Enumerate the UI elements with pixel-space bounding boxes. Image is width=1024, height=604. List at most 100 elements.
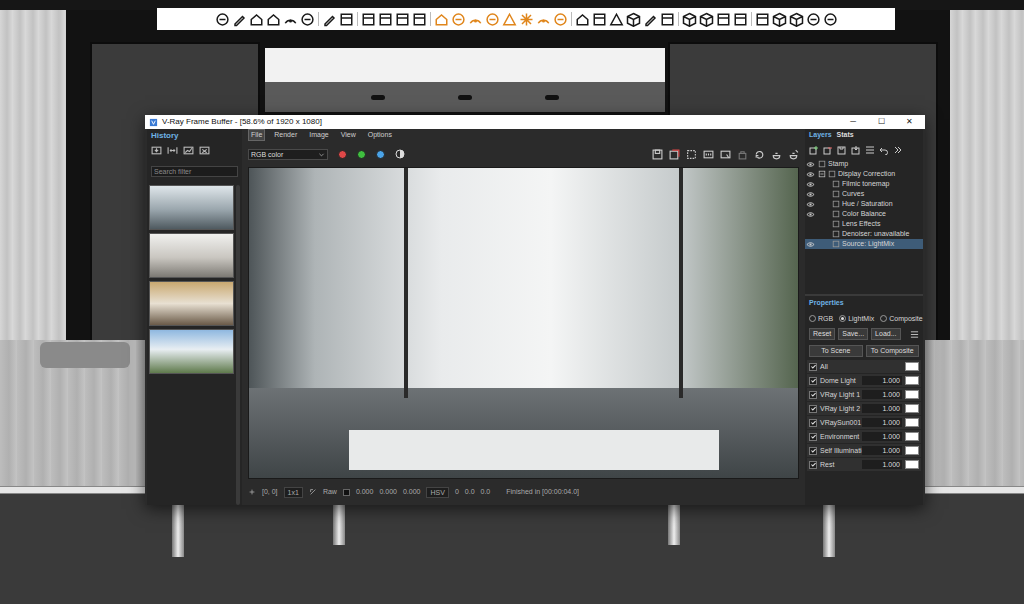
light-color-swatch[interactable]: [905, 432, 919, 441]
arc-tool-icon[interactable]: [283, 12, 298, 27]
light-checkbox[interactable]: [809, 377, 817, 385]
layer-row[interactable]: Lens Effects: [805, 219, 923, 229]
channel-toggle[interactable]: [357, 150, 366, 159]
layer-row[interactable]: Stamp: [805, 159, 923, 169]
title-bar[interactable]: V-Ray Frame Buffer - [58.6% of 1920 x 10…: [145, 115, 925, 129]
layer-row[interactable]: Denoiser: unavailable: [805, 229, 923, 239]
follow-mouse-icon[interactable]: [720, 149, 731, 160]
save-icon[interactable]: [652, 149, 663, 160]
visibility-toggle[interactable]: [805, 230, 816, 239]
history-thumbnail[interactable]: [149, 281, 234, 326]
mode-radio[interactable]: LightMix: [839, 314, 874, 323]
eye-icon[interactable]: [805, 210, 816, 219]
zoom-dropdown[interactable]: 1x1: [284, 487, 303, 498]
radio-button[interactable]: [839, 315, 846, 322]
sq-tool-icon[interactable]: [361, 12, 376, 27]
light-intensity-field[interactable]: 1.000: [862, 390, 902, 399]
layer-row[interactable]: Display Correction: [805, 169, 923, 179]
window-control-button[interactable]: ✕: [897, 116, 921, 128]
light-color-swatch[interactable]: [905, 460, 919, 469]
compare-icon[interactable]: [167, 145, 178, 156]
cube-tool-icon[interactable]: [789, 12, 804, 27]
pen-tool-icon[interactable]: [232, 12, 247, 27]
light-checkbox[interactable]: [809, 391, 817, 399]
house-tool-icon[interactable]: [434, 12, 449, 27]
action-button[interactable]: To Scene: [809, 345, 863, 357]
sketchup-viewport[interactable]: V-Ray Frame Buffer - [58.6% of 1920 x 10…: [0, 0, 1024, 604]
visibility-toggle[interactable]: [805, 220, 816, 229]
light-intensity-field[interactable]: 1.000: [862, 418, 902, 427]
light-color-swatch[interactable]: [905, 446, 919, 455]
light-intensity-field[interactable]: 1.000: [862, 404, 902, 413]
house-tool-icon[interactable]: [575, 12, 590, 27]
light-intensity-field[interactable]: 1.000: [862, 446, 902, 455]
light-intensity-field[interactable]: 1.000: [862, 432, 902, 441]
house-tool-icon[interactable]: [266, 12, 281, 27]
sq-tool-icon[interactable]: [412, 12, 427, 27]
cube-tool-icon[interactable]: [772, 12, 787, 27]
sq-tool-icon[interactable]: [755, 12, 770, 27]
tri-tool-icon[interactable]: [609, 12, 624, 27]
circ-tool-icon[interactable]: [806, 12, 821, 27]
circ-tool-icon[interactable]: [823, 12, 838, 27]
pen-tool-icon[interactable]: [322, 12, 337, 27]
zoom-ratio-icon[interactable]: [703, 149, 714, 160]
eye-icon[interactable]: [805, 170, 816, 179]
light-intensity-field[interactable]: 1.000: [862, 376, 902, 385]
pen-tool-icon[interactable]: [643, 12, 658, 27]
light-color-swatch[interactable]: [905, 376, 919, 385]
light-color-swatch[interactable]: [905, 418, 919, 427]
undo-icon[interactable]: [879, 145, 889, 155]
arc-tool-icon[interactable]: [468, 12, 483, 27]
load-image-icon[interactable]: [183, 145, 194, 156]
channel-toggle[interactable]: [338, 150, 347, 159]
region-render-icon[interactable]: [686, 149, 697, 160]
expand-toggle-icon[interactable]: [818, 170, 826, 178]
house-tool-icon[interactable]: [249, 12, 264, 27]
expand-panel-icon[interactable]: [893, 145, 903, 155]
circ-tool-icon[interactable]: [485, 12, 500, 27]
layer-row[interactable]: Filmic tonemap: [805, 179, 923, 189]
eye-icon[interactable]: [805, 160, 816, 169]
window-control-button[interactable]: ☐: [869, 116, 893, 128]
radio-button[interactable]: [809, 315, 816, 322]
lock-icon[interactable]: [737, 149, 748, 160]
render-teapot-icon[interactable]: [771, 149, 782, 160]
eye-icon[interactable]: [805, 200, 816, 209]
circ-tool-icon[interactable]: [553, 12, 568, 27]
properties-button[interactable]: Load...: [871, 328, 900, 340]
sq-tool-icon[interactable]: [592, 12, 607, 27]
mode-radio[interactable]: RGB: [809, 314, 833, 323]
color-picker-icon[interactable]: [309, 488, 317, 496]
light-color-swatch[interactable]: [905, 390, 919, 399]
radio-button[interactable]: [880, 315, 887, 322]
menu-item[interactable]: View: [338, 129, 359, 141]
channel-dropdown[interactable]: RGB color: [248, 149, 328, 160]
add-layer-icon[interactable]: [809, 145, 819, 155]
load-layers-icon[interactable]: [851, 145, 861, 155]
layer-row[interactable]: Source: LightMix: [805, 239, 923, 249]
history-thumbnail[interactable]: [149, 185, 234, 230]
eye-icon[interactable]: [805, 190, 816, 199]
remove-image-icon[interactable]: [199, 145, 210, 156]
mode-radio[interactable]: Composite: [880, 314, 922, 323]
properties-button[interactable]: Reset: [809, 328, 835, 340]
panel-tab[interactable]: Stats: [837, 130, 854, 140]
circ-tool-icon[interactable]: [300, 12, 315, 27]
save-to-history-icon[interactable]: [151, 145, 162, 156]
menu-item[interactable]: Render: [271, 129, 300, 141]
channel-toggle[interactable]: [376, 150, 385, 159]
layer-row[interactable]: Curves: [805, 189, 923, 199]
sq-tool-icon[interactable]: [716, 12, 731, 27]
menu-item[interactable]: Image: [306, 129, 331, 141]
properties-button[interactable]: Save...: [838, 328, 868, 340]
history-scrollbar[interactable]: [236, 185, 240, 505]
sq-tool-icon[interactable]: [395, 12, 410, 27]
action-button[interactable]: To Composite: [866, 345, 920, 357]
light-checkbox[interactable]: [809, 433, 817, 441]
arc-tool-icon[interactable]: [536, 12, 551, 27]
eye-icon[interactable]: [805, 180, 816, 189]
light-color-swatch[interactable]: [905, 404, 919, 413]
list-icon[interactable]: [865, 145, 875, 155]
options-list-icon[interactable]: [910, 330, 919, 339]
